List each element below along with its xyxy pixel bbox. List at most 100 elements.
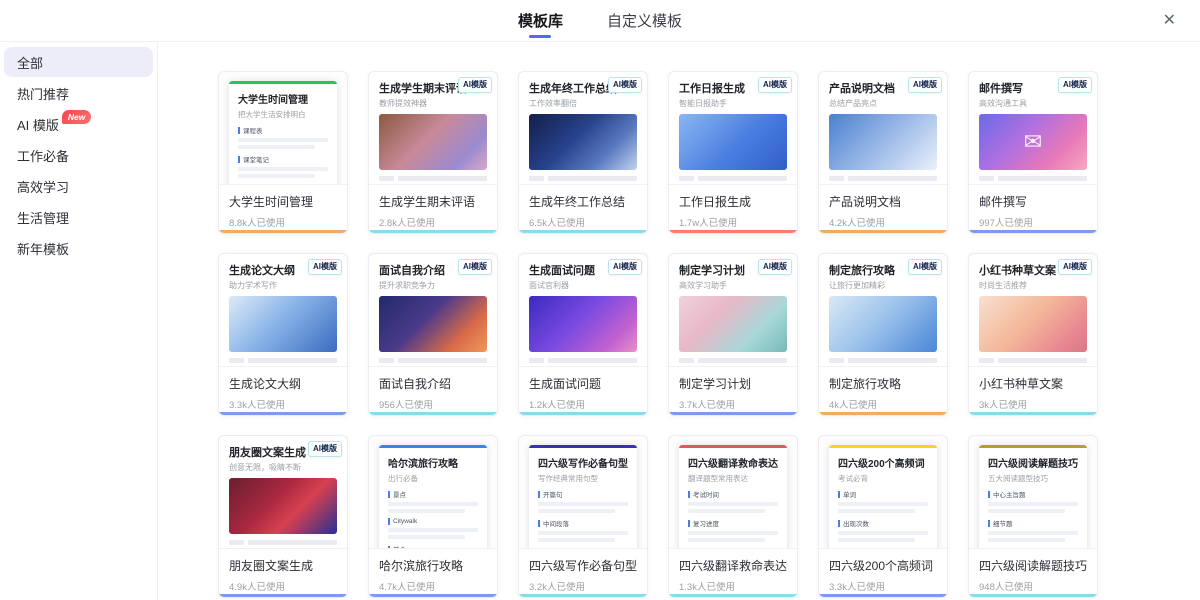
card-cover-subtitle: 出行必备 — [388, 473, 478, 484]
template-card[interactable]: 四六级翻译救命表达翻译题型常用表达考试时间复习进度必备句型表达四六级翻译救命表达… — [668, 435, 798, 598]
doc-sheet-body: 四六级翻译救命表达翻译题型常用表达考试时间复习进度必备句型表达 — [679, 448, 787, 548]
template-card[interactable]: 制定旅行攻略让旅行更加精彩AI模版制定旅行攻略4k人已使用 — [818, 253, 948, 416]
template-card[interactable]: 生成面试问题面试官利器AI模版生成面试问题1.2k人已使用 — [518, 253, 648, 416]
placeholder-block — [379, 358, 394, 363]
template-card[interactable]: 工作日报生成智能日报助手AI模版工作日报生成1.7w人已使用 — [668, 71, 798, 234]
placeholder-bar — [688, 509, 765, 513]
template-card[interactable]: 朋友圈文案生成创意无限，吸睛不断AI模版朋友圈文案生成4.9k人已使用 — [218, 435, 348, 598]
doc-section-label-text: Citywalk — [393, 518, 417, 525]
card-footer: 产品说明文档4.2k人已使用 — [819, 184, 947, 233]
sidebar-item-label: 生活管理 — [17, 208, 69, 227]
sidebar-item-2[interactable]: AI 模版New — [4, 109, 153, 139]
placeholder-row — [529, 358, 637, 363]
placeholder-lines — [979, 358, 1087, 366]
card-usage-count: 1.7w人已使用 — [679, 215, 787, 229]
card-accent-bar — [669, 412, 797, 415]
template-card[interactable]: 四六级写作必备句型写作经典常用句型开篇句中间段落结尾句四六级写作必备句型3.2k… — [518, 435, 648, 598]
doc-section-label-text: 课堂笔记 — [243, 154, 269, 164]
doc-section-label: 单词 — [838, 489, 928, 499]
ai-template-badge: AI模版 — [1058, 259, 1092, 275]
doc-section-label: 词义 — [838, 547, 928, 548]
card-accent-bar — [969, 412, 1097, 415]
template-card[interactable]: 邮件撰写高效沟通工具✉AI模版邮件撰写997人已使用 — [968, 71, 1098, 234]
template-card[interactable]: 哈尔滨旅行攻略出行必备景点Citywalk美食哈尔滨旅行攻略4.7k人已使用 — [368, 435, 498, 598]
placeholder-block — [229, 358, 244, 363]
template-card[interactable]: 生成学生期末评语教师提效神器AI模版生成学生期末评语2.8k人已使用 — [368, 71, 498, 234]
template-card[interactable]: 制定学习计划高效学习助手AI模版制定学习计划3.7k人已使用 — [668, 253, 798, 416]
card-footer: 邮件撰写997人已使用 — [969, 184, 1097, 233]
section-tick-icon — [388, 518, 390, 525]
card-usage-count: 1.2k人已使用 — [529, 397, 637, 411]
card-cover-subtitle: 创意无限，吸睛不断 — [229, 462, 337, 473]
doc-section-label: 开篇句 — [538, 489, 628, 499]
doc-sheet: 四六级阅读解题技巧五大阅读题型技巧中心主旨题细节题态度题 — [979, 445, 1087, 548]
placeholder-row — [679, 358, 787, 363]
template-card[interactable]: 小红书种草文案时尚生活推荐AI模版小红书种草文案3k人已使用 — [968, 253, 1098, 416]
doc-section-label: 课程表 — [238, 125, 328, 135]
placeholder-bar — [988, 531, 1078, 535]
ai-template-badge: AI模版 — [308, 259, 342, 275]
card-cover: 制定学习计划高效学习助手AI模版 — [669, 254, 797, 366]
card-cover-image — [979, 296, 1087, 352]
doc-section-label: Citywalk — [388, 518, 478, 525]
template-card[interactable]: 生成论文大纲助力学术写作AI模版生成论文大纲3.3k人已使用 — [218, 253, 348, 416]
sidebar-item-6[interactable]: 新年模板 — [4, 233, 153, 263]
template-card[interactable]: 面试自我介绍提升求职竞争力AI模版面试自我介绍956人已使用 — [368, 253, 498, 416]
placeholder-bar — [538, 509, 615, 513]
card-cover-subtitle: 工作效率翻倍 — [529, 98, 637, 109]
template-card[interactable]: 大学生时间管理把大学生活安排明白课程表课堂笔记日程表大学生时间管理8.8k人已使… — [218, 71, 348, 234]
close-icon[interactable]: ✕ — [1163, 13, 1176, 29]
tab-custom-templates[interactable]: 自定义模板 — [607, 0, 682, 41]
placeholder-block — [679, 176, 694, 181]
card-cover-subtitle: 时尚生活推荐 — [979, 280, 1087, 291]
section-tick-icon — [988, 491, 990, 498]
template-card[interactable]: 生成年终工作总结工作效率翻倍AI模版生成年终工作总结6.5k人已使用 — [518, 71, 648, 234]
placeholder-bar — [388, 509, 465, 513]
sidebar-item-label: 热门推荐 — [17, 84, 69, 103]
doc-section-label-text: 态度题 — [993, 547, 1013, 548]
placeholder-row — [529, 176, 637, 181]
placeholder-row — [229, 540, 337, 545]
doc-section-label: 中间段落 — [538, 518, 628, 528]
tab-template-library[interactable]: 模板库 — [518, 0, 563, 41]
sidebar-item-5[interactable]: 生活管理 — [4, 202, 153, 232]
doc-sheet: 大学生时间管理把大学生活安排明白课程表课堂笔记日程表 — [229, 81, 337, 184]
ai-template-badge: AI模版 — [458, 77, 492, 93]
card-footer: 工作日报生成1.7w人已使用 — [669, 184, 797, 233]
card-cover: 小红书种草文案时尚生活推荐AI模版 — [969, 254, 1097, 366]
placeholder-row — [229, 358, 337, 363]
sidebar-item-1[interactable]: 热门推荐 — [4, 78, 153, 108]
doc-section-label-text: 考试时间 — [693, 489, 719, 499]
card-cover: 面试自我介绍提升求职竞争力AI模版 — [369, 254, 497, 366]
sidebar-item-4[interactable]: 高效学习 — [4, 171, 153, 201]
section-tick-icon — [838, 491, 840, 498]
doc-section-label-text: 美食 — [393, 544, 406, 548]
card-cover-title: 四六级翻译救命表达 — [688, 455, 778, 470]
template-card[interactable]: 四六级阅读解题技巧五大阅读题型技巧中心主旨题细节题态度题四六级阅读解题技巧948… — [968, 435, 1098, 598]
card-usage-count: 3k人已使用 — [979, 397, 1087, 411]
placeholder-bar — [538, 538, 615, 542]
sidebar-item-0[interactable]: 全部 — [4, 47, 153, 77]
template-card[interactable]: 产品说明文档总结产品亮点AI模版产品说明文档4.2k人已使用 — [818, 71, 948, 234]
card-footer: 面试自我介绍956人已使用 — [369, 366, 497, 415]
doc-sheet: 哈尔滨旅行攻略出行必备景点Citywalk美食 — [379, 445, 487, 548]
card-title: 生成学生期末评语 — [379, 193, 487, 210]
card-usage-count: 8.8k人已使用 — [229, 215, 337, 229]
card-cover-image: ✉ — [979, 114, 1087, 170]
section-tick-icon — [388, 491, 390, 498]
doc-section: 日程表 — [238, 183, 328, 184]
sidebar-item-3[interactable]: 工作必备 — [4, 140, 153, 170]
card-footer: 生成年终工作总结6.5k人已使用 — [519, 184, 647, 233]
card-cover: 四六级阅读解题技巧五大阅读题型技巧中心主旨题细节题态度题 — [969, 436, 1097, 548]
card-cover: 朋友圈文案生成创意无限，吸睛不断AI模版 — [219, 436, 347, 548]
card-title: 小红书种草文案 — [979, 375, 1087, 392]
template-card[interactable]: 四六级200个高频词考试必背单词出现次数词义四六级200个高频词3.3k人已使用 — [818, 435, 948, 598]
placeholder-bar — [238, 167, 328, 171]
card-cover-subtitle: 面试官利器 — [529, 280, 637, 291]
card-title: 面试自我介绍 — [379, 375, 487, 392]
doc-sheet-body: 哈尔滨旅行攻略出行必备景点Citywalk美食 — [379, 448, 487, 548]
card-footer: 生成论文大纲3.3k人已使用 — [219, 366, 347, 415]
card-accent-bar — [369, 594, 497, 597]
ai-template-badge: AI模版 — [458, 259, 492, 275]
doc-section-label: 课堂笔记 — [238, 154, 328, 164]
